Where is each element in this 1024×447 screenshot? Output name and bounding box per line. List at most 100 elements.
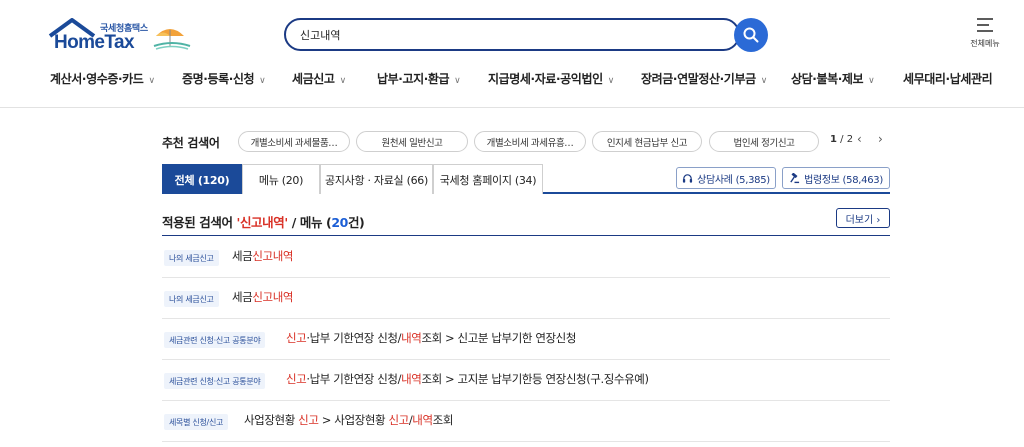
more-button[interactable]: 더보기 › (836, 208, 890, 228)
hometax-logo[interactable]: 국세청홈택스 HomeTax (48, 18, 193, 54)
chevron-down-icon: ∨ (868, 76, 875, 86)
keyword-chip[interactable]: 인지세 현금납부 신고 (592, 131, 702, 152)
gnb-item-certificate[interactable]: 증명·등록·신청 ∨ (182, 70, 266, 87)
recommended-label: 추천 검색어 (162, 136, 220, 150)
gnb-label: 지급명세·자료·공익법인 (488, 72, 603, 86)
site-header: 국세청홈택스 HomeTax 전체메뉴 계산서·영수증·카드 ∨ 증명·등록·신청… (0, 0, 1024, 108)
link-highlight: 내역 (401, 372, 422, 386)
all-menu-label: 전체메뉴 (970, 39, 1000, 48)
result-title: 적용된 검색어 '신고내역' / 메뉴 (20건) (162, 212, 365, 231)
category-badge: 나의 세금신고 (164, 291, 219, 307)
pager-total: 2 (846, 134, 854, 145)
result-middle: / 메뉴 ( (287, 215, 332, 230)
gnb-label: 장려금·연말정산·기부금 (641, 72, 756, 86)
gnb-label: 계산서·영수증·카드 (50, 72, 144, 86)
pager-current: 1 (830, 134, 837, 145)
keyword-chip[interactable]: 개별소비세 과세유흥… (474, 131, 586, 152)
gnb-label: 세금신고 (292, 72, 335, 86)
result-link[interactable]: 사업장현황 신고 > 사업장현황 신고/내역조회 (244, 412, 453, 428)
gnb-label: 증명·등록·신청 (182, 72, 255, 86)
tab-nts-homepage[interactable]: 국세청 홈페이지 (34) (433, 164, 543, 194)
search-input[interactable] (300, 20, 720, 49)
gnb-item-consult[interactable]: 상담·불복·제보 ∨ (791, 70, 875, 87)
keyword-chip[interactable]: 법인세 정기신고 (709, 131, 819, 152)
result-row: 세금관련 신청·신고 공통분야 신고·납부 기한연장 신청/내역조회 > 신고분… (162, 319, 890, 360)
link-text: > 사업장현황 (318, 413, 389, 427)
chevron-down-icon: ∨ (339, 76, 347, 86)
result-row: 세목별 신청/신고 사업장현황 신고 > 사업장현황 신고/내역조회 (162, 401, 890, 442)
gnb-item-incentive[interactable]: 장려금·연말정산·기부금 ∨ (641, 70, 767, 87)
result-row: 나의 세금신고 세금신고내역 (162, 237, 890, 278)
link-highlight: 신고내역 (252, 290, 294, 304)
gnb-item-agent[interactable]: 세무대리·납세관리 (903, 70, 993, 87)
result-row: 세금관련 신청·신고 공통분야 신고·납부 기한연장 신청/내역조회 > 고지분… (162, 360, 890, 401)
result-tabs: 전체 (120) 메뉴 (20) 공지사항 · 자료실 (66) 국세청 홈페이… (162, 164, 890, 194)
link-text: 세금 (232, 249, 253, 263)
logo-title: HomeTax (54, 32, 135, 53)
result-link[interactable]: 세금신고내역 (232, 248, 294, 264)
global-nav: 계산서·영수증·카드 ∨ 증명·등록·신청 ∨ 세금신고 ∨ 납부·고지·환급 ∨ 지급… (0, 70, 1024, 90)
link-text: ·납부 기한연장 신청/ (306, 331, 402, 345)
result-link[interactable]: 세금신고내역 (232, 289, 294, 305)
link-highlight: 신고 (286, 372, 307, 386)
category-badge: 세목별 신청/신고 (164, 414, 229, 430)
recommended-keywords: 추천 검색어 개별소비세 과세물품… 원천세 일반신고 개별소비세 과세유흥… … (162, 130, 892, 154)
gnb-item-invoice[interactable]: 계산서·영수증·카드 ∨ (50, 70, 155, 87)
chevron-down-icon: ∨ (148, 76, 155, 86)
link-text: 조회 (432, 413, 454, 427)
tab-all[interactable]: 전체 (120) (162, 164, 242, 194)
link-highlight: 내역 (412, 413, 433, 427)
chevron-down-icon: ∨ (760, 76, 768, 86)
chevron-down-icon: ∨ (454, 76, 461, 86)
result-suffix: 건) (347, 215, 365, 230)
gnb-label: 납부·고지·환급 (377, 72, 450, 86)
link-text: 조회 > 신고분 납부기한 연장신청 (421, 331, 577, 345)
link-text: 세금 (232, 290, 253, 304)
gavel-icon (790, 172, 800, 183)
hamburger-icon (977, 18, 993, 32)
category-badge: 세금관련 신청·신고 공통분야 (164, 373, 266, 389)
law-info-label: 법령정보 (58,463) (804, 174, 883, 186)
search-box[interactable] (284, 18, 740, 51)
search-icon (743, 27, 759, 43)
link-highlight: 신고 (388, 413, 409, 427)
chevron-down-icon: ∨ (607, 76, 615, 86)
tab-notice[interactable]: 공지사항 · 자료실 (66) (320, 164, 433, 194)
link-highlight: 신고 (298, 413, 319, 427)
chevron-down-icon: ∨ (259, 76, 266, 86)
link-highlight: 내역 (401, 331, 422, 345)
keyword-pager: 1 / 2 (830, 134, 853, 145)
pager-separator: / (836, 134, 847, 145)
headset-icon (683, 173, 693, 183)
law-info-button[interactable]: 법령정보 (58,463) (782, 167, 890, 189)
result-link[interactable]: 신고·납부 기한연장 신청/내역조회 > 신고분 납부기한 연장신청 (286, 330, 576, 346)
result-count: 20 (331, 215, 348, 230)
next-icon[interactable]: › (878, 132, 883, 146)
category-badge: 세금관련 신청·신고 공통분야 (164, 332, 266, 348)
result-link[interactable]: 신고·납부 기한연장 신청/내역조회 > 고지분 납부기한등 연장신청(구.징수… (286, 371, 649, 387)
result-keyword: '신고내역' (236, 215, 289, 230)
prev-icon[interactable]: ‹ (857, 132, 862, 146)
result-row: 나의 세금신고 세금신고내역 (162, 278, 890, 319)
result-heading: 적용된 검색어 '신고내역' / 메뉴 (20건) 더보기 › (162, 208, 890, 236)
counsel-cases-label: 상담사례 (5,385) (697, 174, 770, 186)
tab-menu[interactable]: 메뉴 (20) (242, 164, 320, 194)
umbrella-logo-icon (153, 29, 191, 50)
link-text: 조회 > 고지분 납부기한등 연장신청(구.징수유예) (421, 372, 649, 386)
link-highlight: 신고내역 (252, 249, 294, 263)
link-highlight: 신고 (286, 331, 307, 345)
search-button[interactable] (734, 18, 768, 52)
gnb-label: 세무대리·납세관리 (903, 72, 993, 86)
link-text: ·납부 기한연장 신청/ (306, 372, 402, 386)
gnb-item-tax-report[interactable]: 세금신고 ∨ (292, 70, 346, 87)
result-prefix: 적용된 검색어 (162, 215, 237, 230)
all-menu-button[interactable]: 전체메뉴 (964, 18, 1006, 49)
category-badge: 나의 세금신고 (164, 250, 219, 266)
counsel-cases-button[interactable]: 상담사례 (5,385) (676, 167, 776, 189)
gnb-item-payment[interactable]: 납부·고지·환급 ∨ (377, 70, 461, 87)
gnb-label: 상담·불복·제보 (791, 72, 864, 86)
keyword-chip[interactable]: 개별소비세 과세물품… (238, 131, 350, 152)
link-text: 사업장현황 (244, 413, 299, 427)
keyword-chip[interactable]: 원천세 일반신고 (356, 131, 468, 152)
gnb-item-statements[interactable]: 지급명세·자료·공익법인 ∨ (488, 70, 614, 87)
